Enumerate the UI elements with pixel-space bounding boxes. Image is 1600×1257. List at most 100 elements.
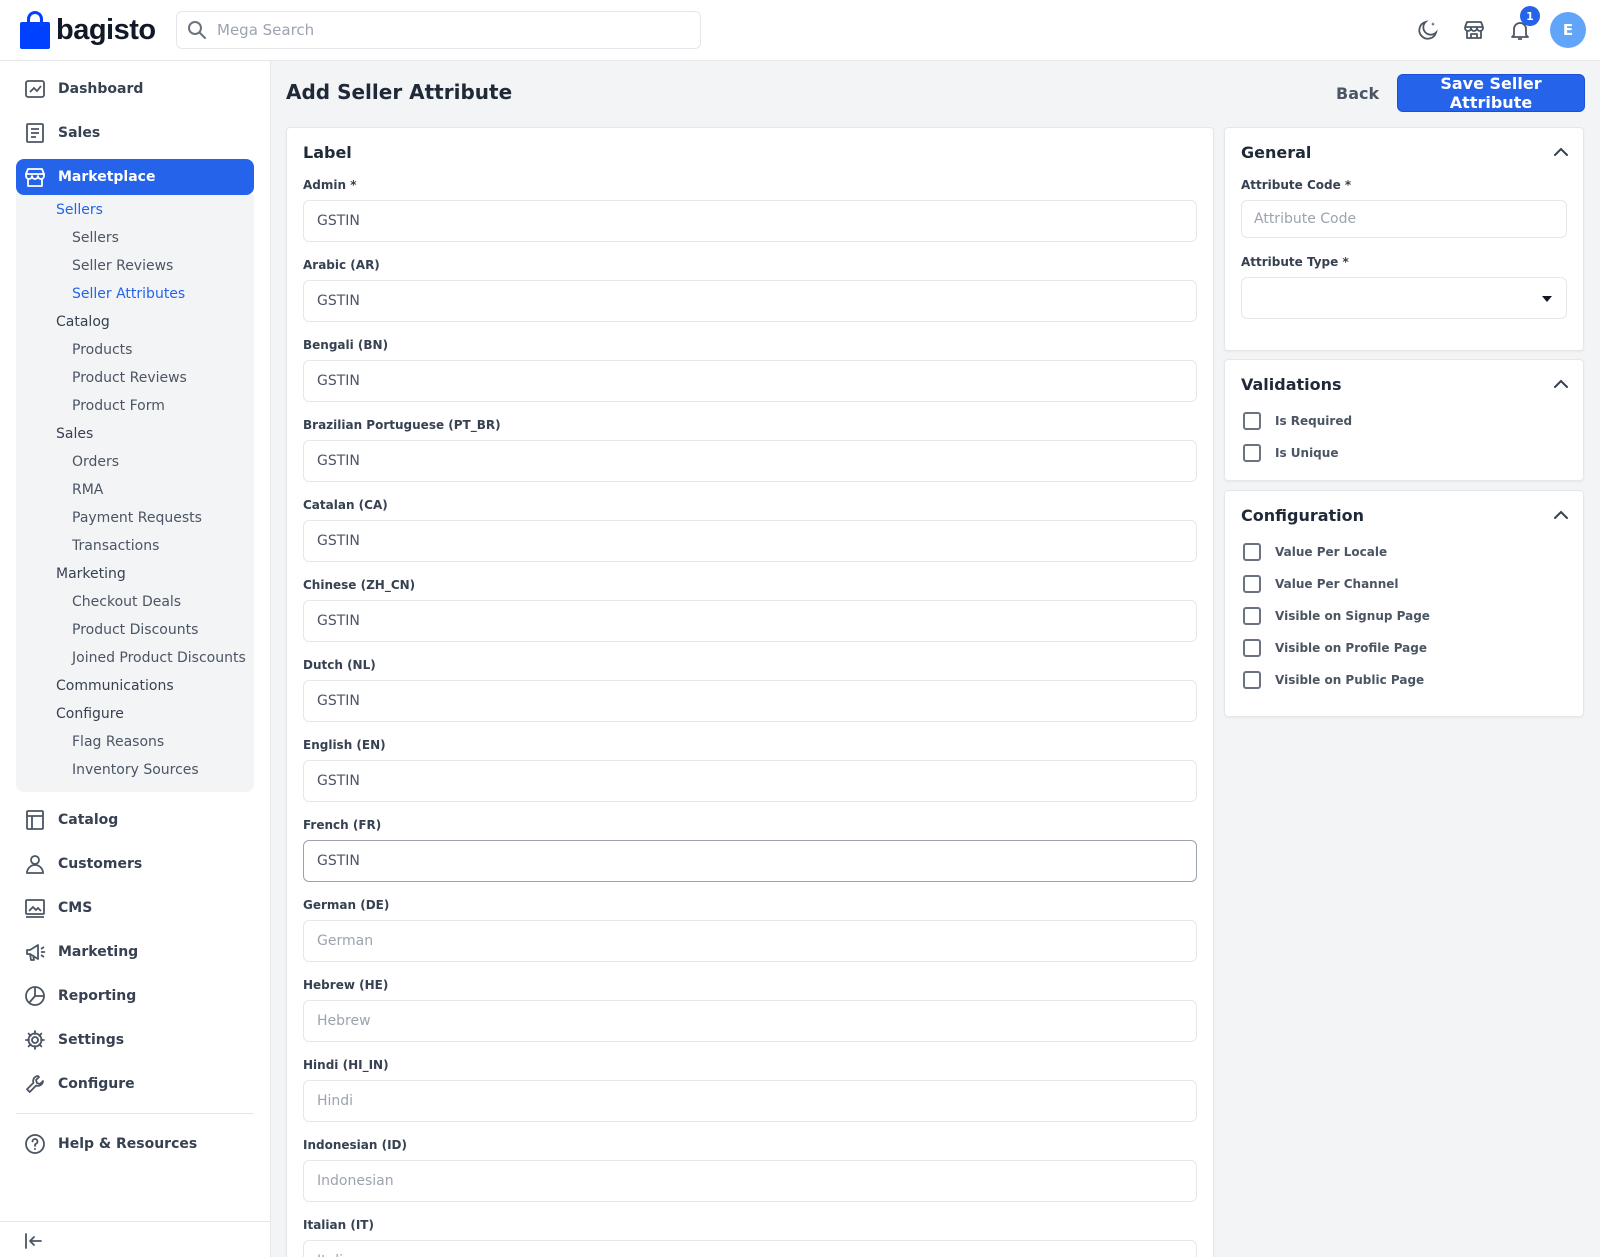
sidebar-divider xyxy=(16,1113,254,1114)
dark-mode-icon[interactable] xyxy=(1412,12,1444,48)
sidebar-item-marketplace[interactable]: Marketplace xyxy=(16,159,254,195)
sidebar-item-label: Dashboard xyxy=(58,81,144,97)
value-per-locale-checkbox[interactable] xyxy=(1243,543,1261,561)
storefront-icon[interactable] xyxy=(1458,12,1490,48)
marketplace-submenu xyxy=(16,194,254,792)
label-input-dutch[interactable] xyxy=(303,680,1197,722)
field-label-french: French (FR) xyxy=(303,818,382,832)
label-input-admin[interactable] xyxy=(303,200,1197,242)
submenu-inventory-sources[interactable]: Inventory Sources xyxy=(72,762,199,778)
sidebar-item-configure[interactable]: Configure xyxy=(16,1066,254,1102)
submenu-joined-product-discounts[interactable]: Joined Product Discounts xyxy=(72,650,246,666)
visible-signup-option[interactable]: Visible on Signup Page xyxy=(1243,607,1430,625)
field-label-pt-br: Brazilian Portuguese (PT_BR) xyxy=(303,418,501,432)
submenu-product-form[interactable]: Product Form xyxy=(72,398,165,414)
label-input-italian[interactable] xyxy=(303,1240,1197,1257)
notification-badge: 1 xyxy=(1520,6,1540,26)
caret-down-icon xyxy=(1542,296,1552,302)
label-input-hebrew[interactable] xyxy=(303,1000,1197,1042)
field-label-italian: Italian (IT) xyxy=(303,1218,374,1232)
submenu-seller-attributes[interactable]: Seller Attributes xyxy=(72,286,185,302)
catalog-icon xyxy=(26,810,44,830)
gear-icon xyxy=(25,1030,45,1050)
page-title: Add Seller Attribute xyxy=(286,80,513,104)
sidebar-item-marketing[interactable]: Marketing xyxy=(16,934,254,970)
submenu-products[interactable]: Products xyxy=(72,342,132,358)
header-actions: 1 E xyxy=(1412,6,1586,48)
brand-logo[interactable]: bagisto xyxy=(20,10,156,50)
validations-card-title: Validations xyxy=(1241,375,1342,394)
sidebar-item-help[interactable]: Help & Resources xyxy=(16,1126,254,1162)
label-input-arabic[interactable] xyxy=(303,280,1197,322)
submenu-checkout-deals[interactable]: Checkout Deals xyxy=(72,594,181,610)
configuration-card: Configuration Value Per Locale Value Per… xyxy=(1224,490,1584,717)
label-input-indonesian[interactable] xyxy=(303,1160,1197,1202)
back-button[interactable]: Back xyxy=(1326,80,1389,107)
sidebar-item-label: Sales xyxy=(58,125,101,141)
submenu-communications[interactable]: Communications xyxy=(56,678,174,694)
is-required-checkbox[interactable] xyxy=(1243,412,1261,430)
sidebar-item-label: Marketplace xyxy=(58,169,156,185)
submenu-configure-group[interactable]: Configure xyxy=(56,706,124,722)
submenu-transactions[interactable]: Transactions xyxy=(72,538,159,554)
value-per-locale-option[interactable]: Value Per Locale xyxy=(1243,543,1387,561)
sidebar-item-reporting[interactable]: Reporting xyxy=(16,978,254,1014)
label-input-german[interactable] xyxy=(303,920,1197,962)
submenu-flag-reasons[interactable]: Flag Reasons xyxy=(72,734,164,750)
label-input-pt-br[interactable] xyxy=(303,440,1197,482)
attribute-type-select[interactable] xyxy=(1241,277,1567,319)
sidebar-item-sales[interactable]: Sales xyxy=(16,115,254,151)
visible-public-checkbox[interactable] xyxy=(1243,671,1261,689)
sidebar-item-dashboard[interactable]: Dashboard xyxy=(16,71,254,107)
submenu-orders[interactable]: Orders xyxy=(72,454,119,470)
brand-name: bagisto xyxy=(56,13,156,46)
notification-bell-icon[interactable]: 1 xyxy=(1504,6,1540,48)
sidebar-item-cms[interactable]: CMS xyxy=(16,890,254,926)
top-header: bagisto 1 E xyxy=(0,0,1600,61)
chevron-up-icon[interactable] xyxy=(1553,147,1569,157)
label-input-hindi[interactable] xyxy=(303,1080,1197,1122)
sidebar-item-settings[interactable]: Settings xyxy=(16,1022,254,1058)
collapse-sidebar-icon[interactable] xyxy=(24,1232,44,1250)
value-per-channel-checkbox[interactable] xyxy=(1243,575,1261,593)
field-label-hebrew: Hebrew (HE) xyxy=(303,978,389,992)
submenu-seller-reviews[interactable]: Seller Reviews xyxy=(72,258,173,274)
submenu-marketing-group[interactable]: Marketing xyxy=(56,566,126,582)
is-unique-checkbox[interactable] xyxy=(1243,444,1261,462)
visible-profile-checkbox[interactable] xyxy=(1243,639,1261,657)
save-seller-attribute-button[interactable]: Save Seller Attribute xyxy=(1397,74,1585,112)
configuration-card-title: Configuration xyxy=(1241,506,1365,525)
field-label-indonesian: Indonesian (ID) xyxy=(303,1138,407,1152)
mega-search[interactable] xyxy=(176,11,701,49)
submenu-sellers-group[interactable]: Sellers xyxy=(56,202,103,218)
label-input-french[interactable] xyxy=(303,840,1197,882)
visible-signup-checkbox[interactable] xyxy=(1243,607,1261,625)
is-unique-option[interactable]: Is Unique xyxy=(1243,444,1338,462)
value-per-channel-option[interactable]: Value Per Channel xyxy=(1243,575,1399,593)
chevron-up-icon[interactable] xyxy=(1553,379,1569,389)
is-required-option[interactable]: Is Required xyxy=(1243,412,1352,430)
avatar[interactable]: E xyxy=(1550,12,1586,48)
submenu-payment-requests[interactable]: Payment Requests xyxy=(72,510,202,526)
submenu-rma[interactable]: RMA xyxy=(72,482,103,498)
user-icon xyxy=(26,855,44,874)
submenu-catalog-group[interactable]: Catalog xyxy=(56,314,110,330)
visible-profile-option[interactable]: Visible on Profile Page xyxy=(1243,639,1427,657)
search-input[interactable] xyxy=(217,21,677,39)
visible-public-option[interactable]: Visible on Public Page xyxy=(1243,671,1424,689)
submenu-product-reviews[interactable]: Product Reviews xyxy=(72,370,187,386)
submenu-product-discounts[interactable]: Product Discounts xyxy=(72,622,198,638)
submenu-sellers[interactable]: Sellers xyxy=(72,230,119,246)
sidebar-item-label: Customers xyxy=(58,856,143,872)
checkbox-label: Visible on Public Page xyxy=(1275,673,1425,687)
attribute-type-label: Attribute Type * xyxy=(1241,255,1349,269)
label-input-catalan[interactable] xyxy=(303,520,1197,562)
sidebar-item-catalog[interactable]: Catalog xyxy=(16,802,254,838)
chevron-up-icon[interactable] xyxy=(1553,510,1569,520)
label-input-chinese[interactable] xyxy=(303,600,1197,642)
label-input-english[interactable] xyxy=(303,760,1197,802)
label-input-bengali[interactable] xyxy=(303,360,1197,402)
submenu-sales-group[interactable]: Sales xyxy=(56,426,93,442)
sidebar-item-customers[interactable]: Customers xyxy=(16,846,254,882)
attribute-code-input[interactable] xyxy=(1241,200,1567,238)
